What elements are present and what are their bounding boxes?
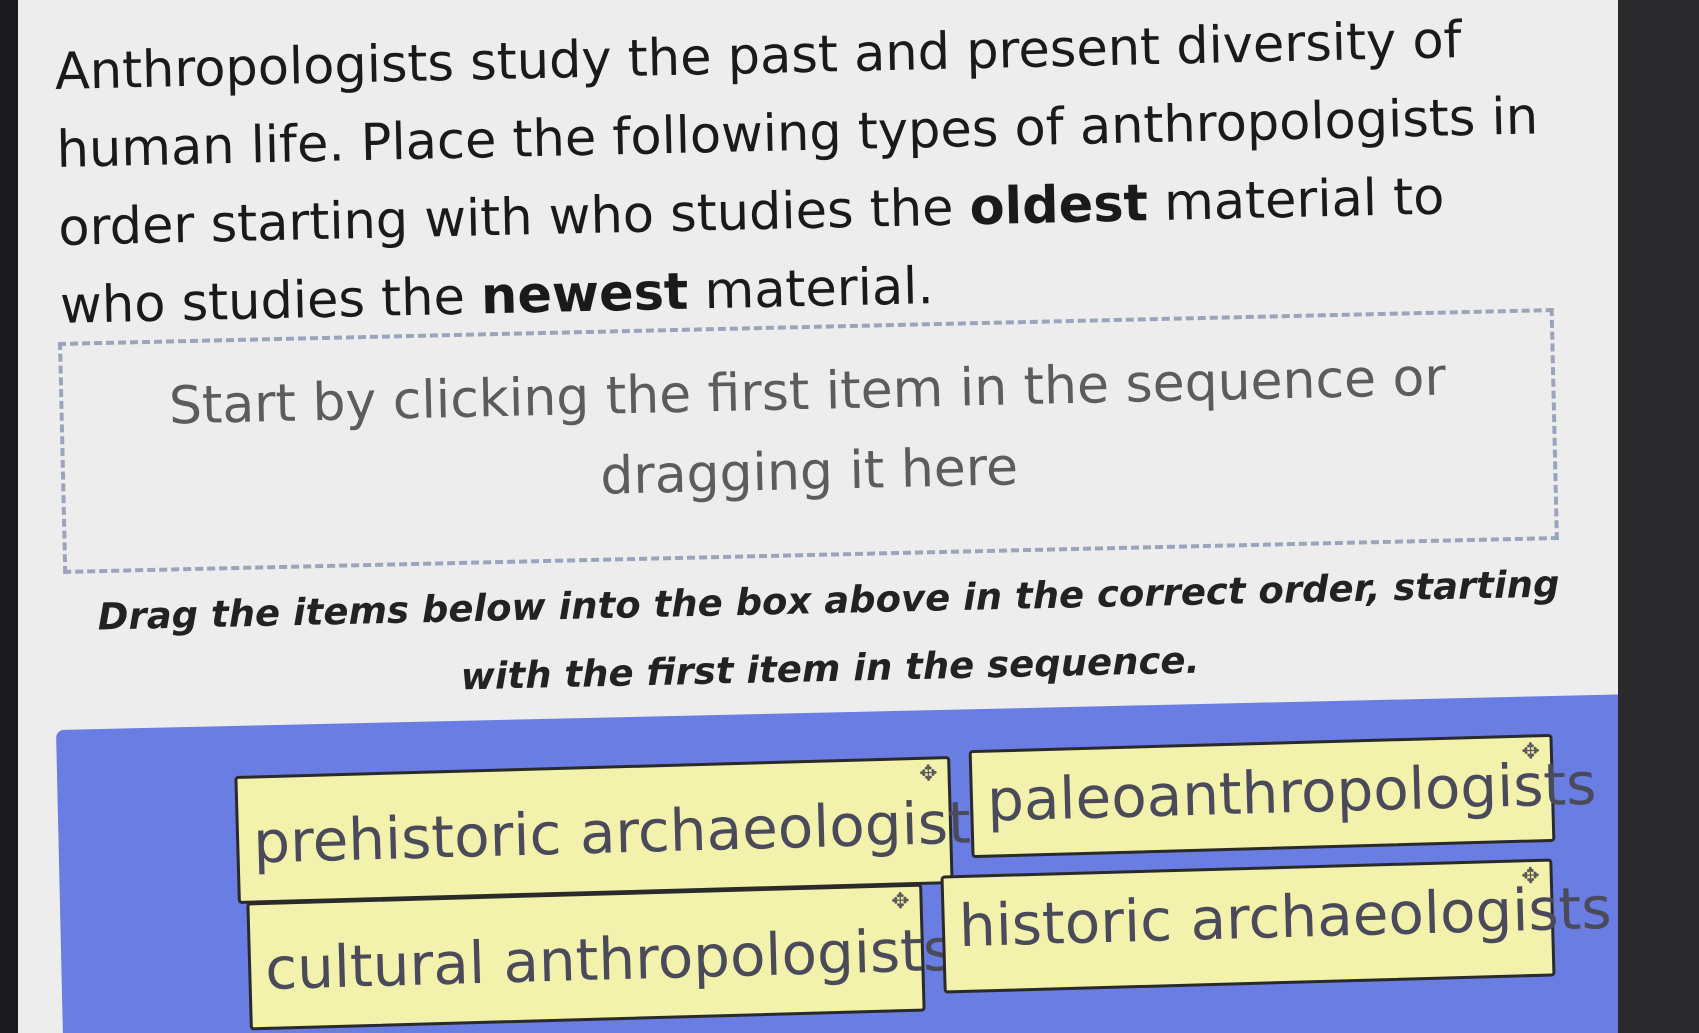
- drop-zone-hint: Start by clicking the first item in the …: [168, 347, 1447, 507]
- move-icon: ✥: [918, 761, 938, 787]
- question-part-3: material.: [687, 257, 935, 322]
- app-screen: Anthropologists study the past and prese…: [18, 0, 1618, 1033]
- question-bold-oldest: oldest: [968, 174, 1149, 238]
- draggable-item-historic-archaeologists[interactable]: ✥ historic archaeologists: [940, 858, 1612, 994]
- move-icon: ✥: [890, 888, 910, 915]
- item-label: cultural anthropologists: [264, 915, 954, 1003]
- item-label: historic archaeologists: [957, 873, 1613, 961]
- screen-bezel: [1618, 0, 1699, 1033]
- question-bold-newest: newest: [480, 262, 689, 327]
- item-label: prehistoric archaeologists: [252, 787, 1002, 877]
- move-icon: ✥: [1520, 863, 1541, 890]
- draggable-item-paleoanthropologists[interactable]: ✥ paleoanthropologists: [968, 733, 1597, 859]
- sequence-drop-zone[interactable]: Start by clicking the first item in the …: [58, 308, 1559, 574]
- move-icon: ✥: [1521, 739, 1541, 765]
- draggable-item-prehistoric-archaeologists[interactable]: ✥ prehistoric archaeologists: [234, 756, 1002, 904]
- item-label: paleoanthropologists: [986, 749, 1598, 835]
- question-text: Anthropologists study the past and prese…: [54, 0, 1561, 346]
- drag-instructions: Drag the items below into the box above …: [97, 562, 1560, 699]
- draggable-item-cultural-anthropologists[interactable]: ✥ cultural anthropologists: [246, 883, 954, 1031]
